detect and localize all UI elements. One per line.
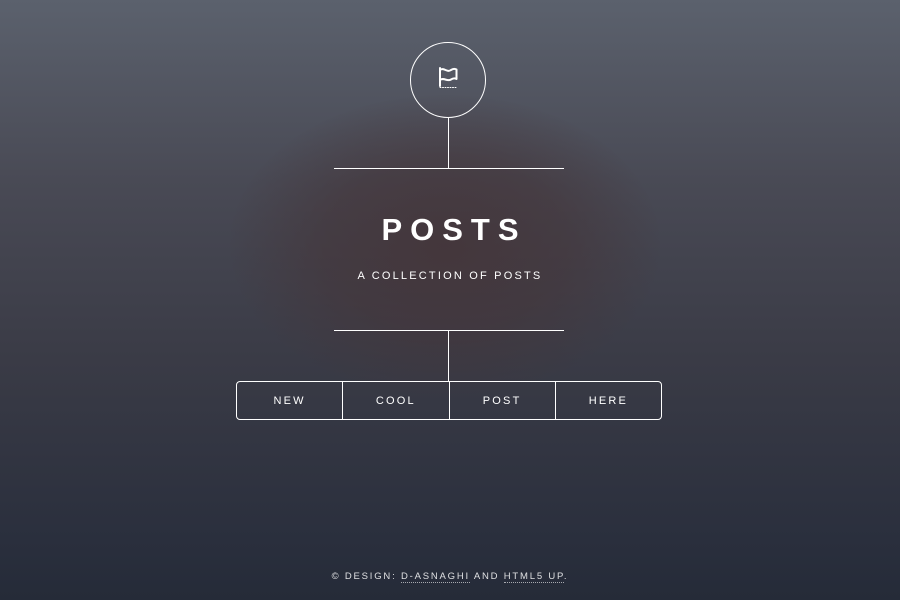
main-nav: NEW COOL POST HERE (236, 381, 662, 420)
footer-link-d-asnaghi[interactable]: D-ASNAGHI (400, 571, 470, 583)
nav-item-new[interactable]: NEW (237, 382, 344, 419)
page-subtitle: A COLLECTION OF POSTS (357, 270, 543, 282)
page-title: POSTS (381, 212, 527, 247)
nav-item-cool[interactable]: COOL (343, 382, 450, 419)
connector-line-top (448, 118, 449, 168)
divider-bottom (334, 330, 564, 331)
nav-item-here[interactable]: HERE (556, 382, 661, 419)
footer-link-html5up[interactable]: HTML5 UP (503, 571, 564, 583)
footer-copyright: © DESIGN: (331, 571, 401, 582)
footer-and: AND (469, 571, 504, 582)
nav-item-post[interactable]: POST (450, 382, 556, 419)
logo (410, 42, 486, 118)
divider-top (334, 168, 564, 169)
flag-icon (431, 61, 465, 100)
site-header: POSTS A COLLECTION OF POSTS NEW COOL POS… (0, 0, 900, 430)
site-footer: © DESIGN: D-ASNAGHI AND HTML5 UP. (0, 571, 900, 583)
connector-line-bottom (448, 331, 449, 381)
footer-suffix: . (563, 571, 569, 582)
